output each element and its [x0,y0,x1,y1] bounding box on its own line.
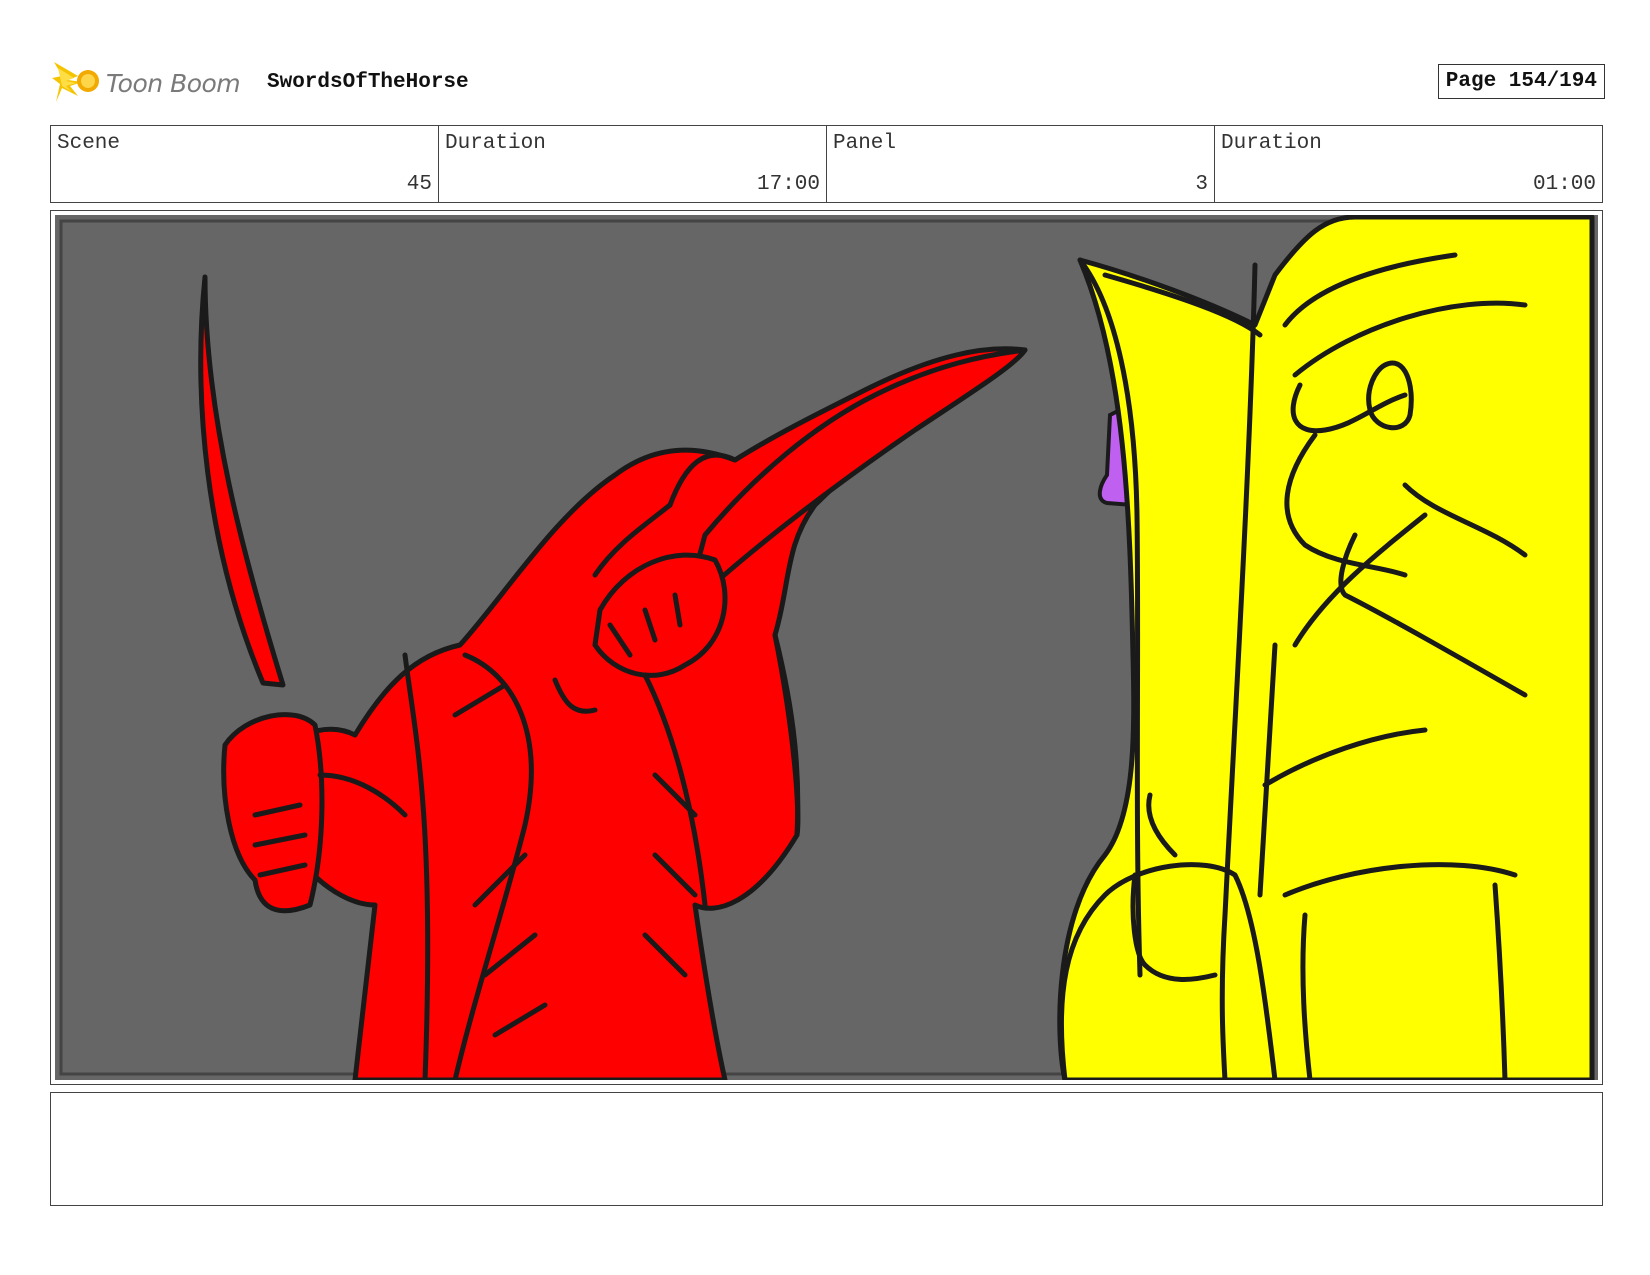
panel-artwork [55,215,1598,1080]
page-header: Toon Boom SwordsOfTheHorse Page 154/194 [52,58,1605,108]
panel-value: 3 [1195,173,1208,196]
toon-boom-logo: Toon Boom [52,56,241,111]
scene-cell: Scene 45 [51,126,439,202]
page-number-badge: Page 154/194 [1437,64,1605,99]
logo-text: Toon Boom [106,68,241,98]
scene-duration-cell: Duration 17:00 [439,126,827,202]
panel-duration-value: 01:00 [1532,173,1596,196]
panel-duration-cell: Duration 01:00 [1215,126,1602,202]
scene-info-table: Scene 45 Duration 17:00 Panel 3 Duration… [50,125,1603,203]
panel-cell: Panel 3 [827,126,1215,202]
scene-value: 45 [406,173,432,196]
yellow-figure [1057,215,1595,1080]
scene-duration-value: 17:00 [756,173,820,196]
notes-box [50,1092,1603,1206]
storyboard-frame [50,210,1603,1085]
scene-duration-label: Duration [445,132,546,155]
panel-label: Panel [833,132,897,155]
panel-duration-label: Duration [1221,132,1322,155]
scene-label: Scene [57,132,121,155]
toon-boom-logo-icon [52,56,102,111]
panel-drawing [55,215,1598,1080]
project-title: SwordsOfTheHorse [267,71,469,94]
